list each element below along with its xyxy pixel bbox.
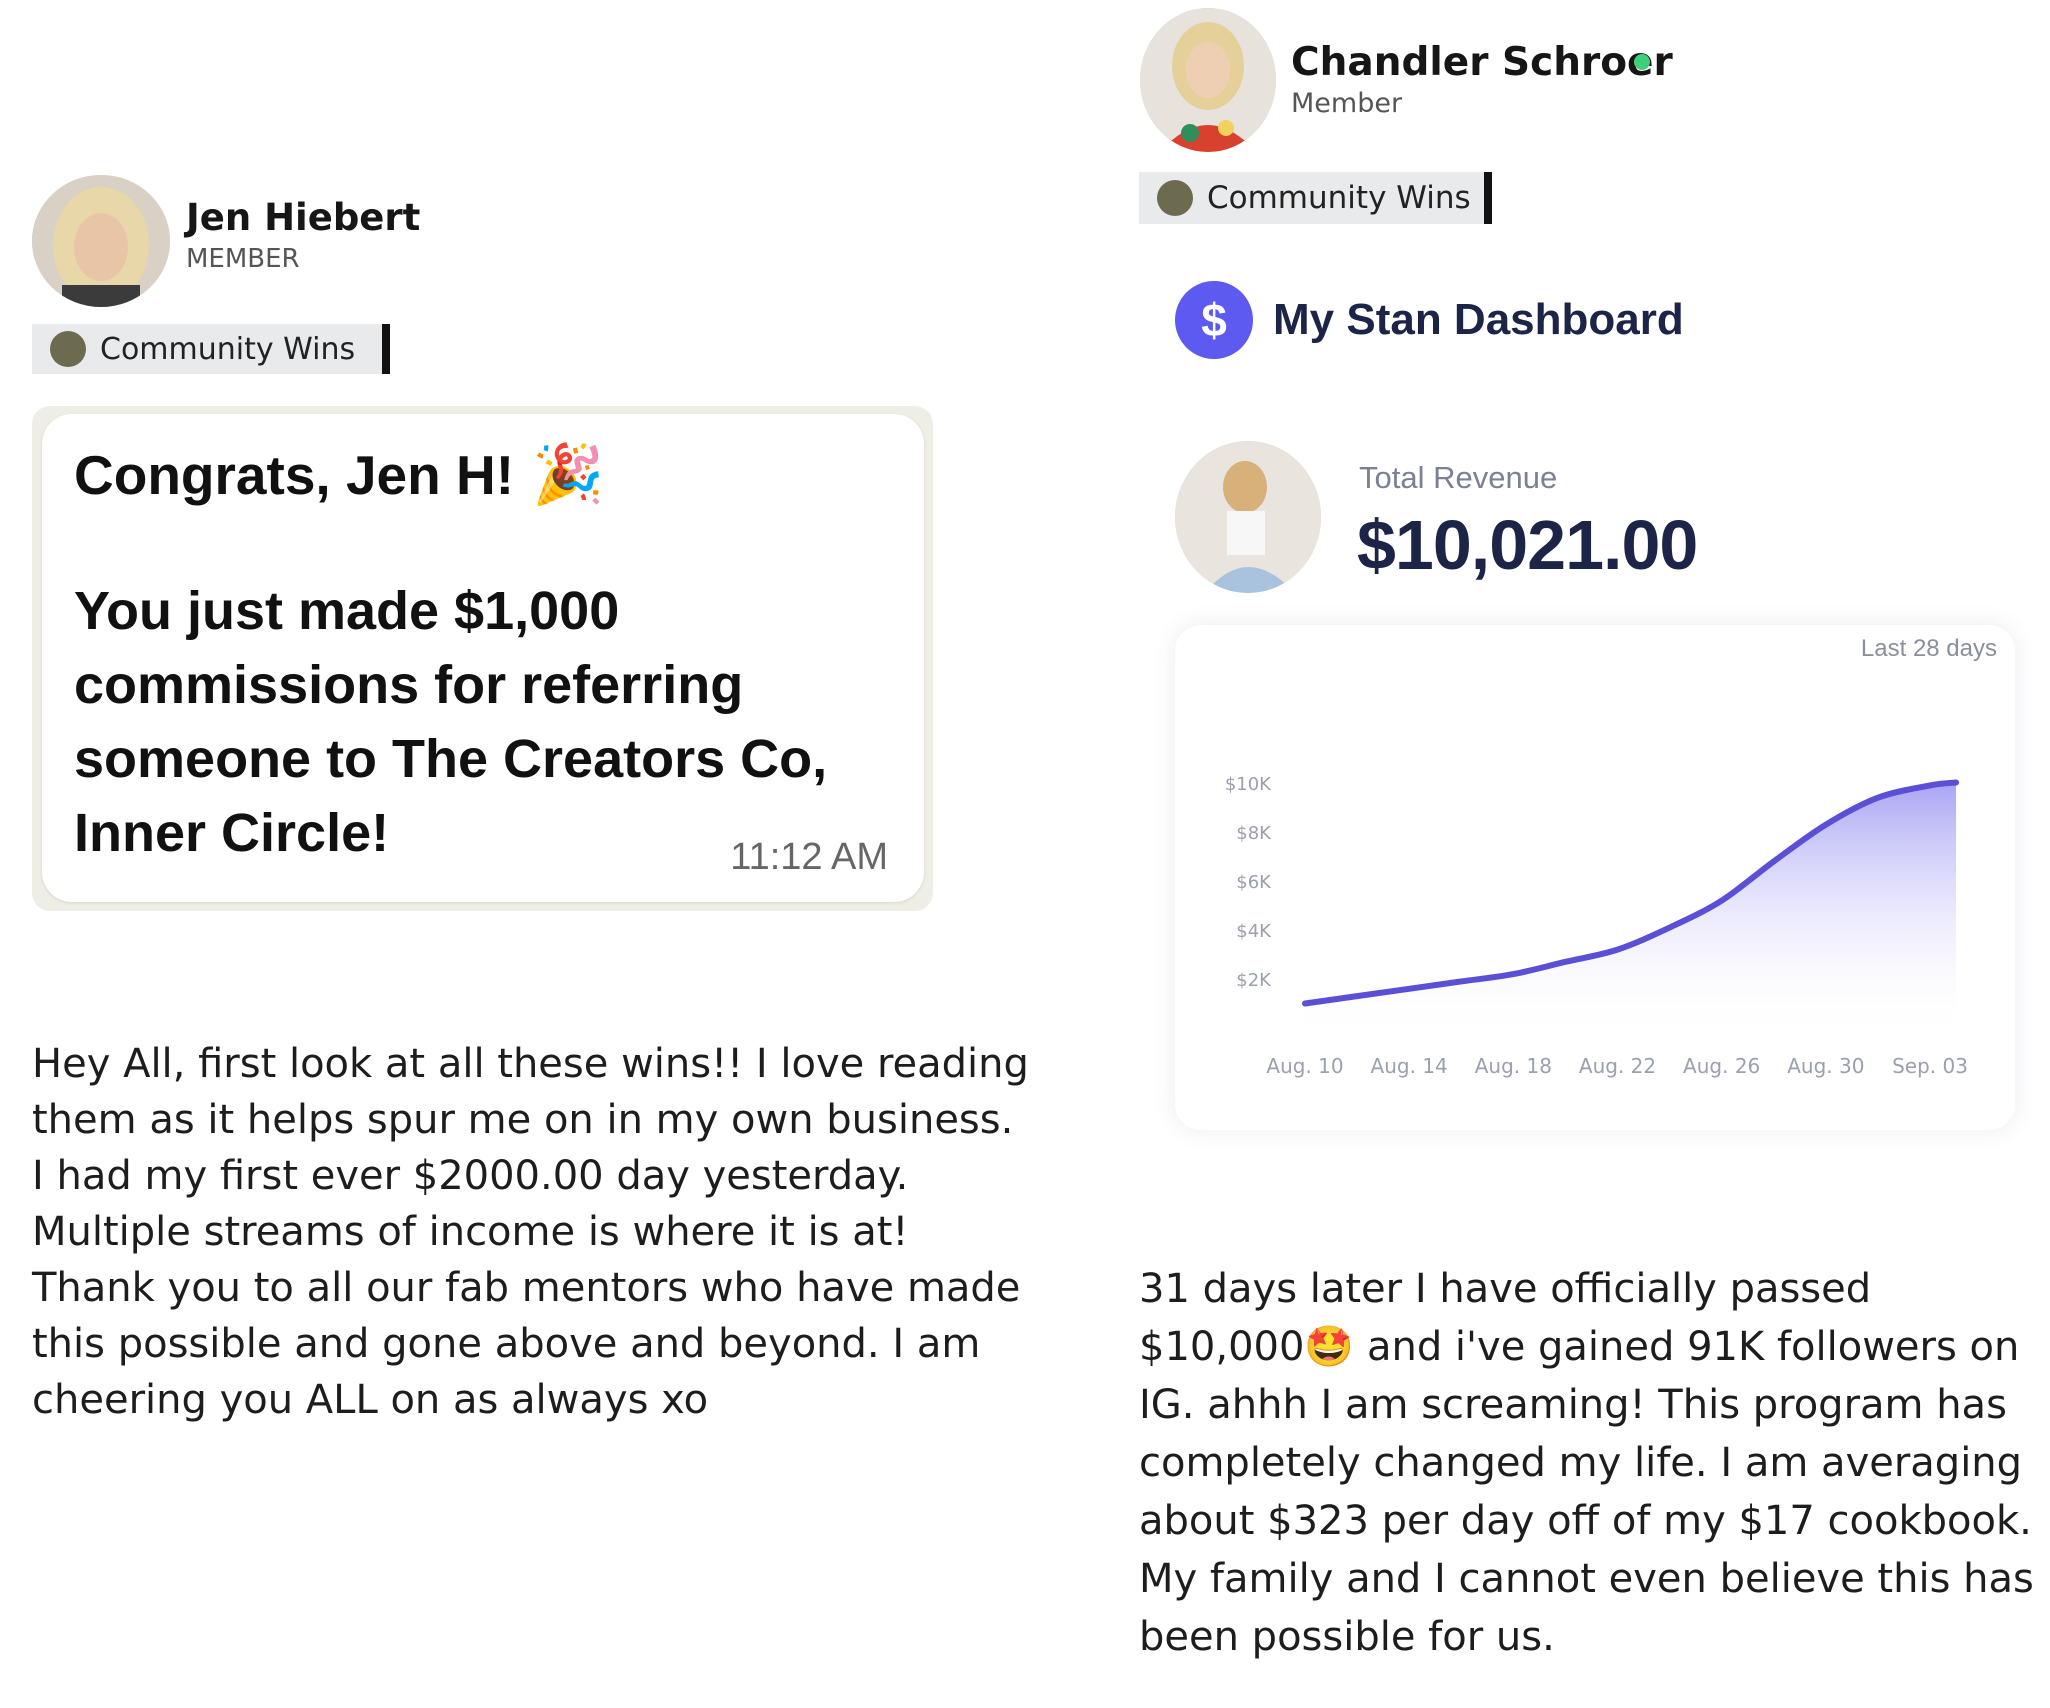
author-role: Member — [1291, 88, 1403, 119]
revenue-chart-card: Last 28 days $10K $8K $6K $4K $2K Aug. 10 Aug… — [1175, 625, 2015, 1130]
avatar[interactable] — [32, 175, 170, 307]
notification-body: You just made $1,000 commissions for ref… — [74, 581, 828, 863]
avatar[interactable] — [1140, 8, 1276, 152]
notification-title: Congrats, Jen H! — [74, 443, 515, 506]
party-popper-icon: 🎉 — [532, 440, 605, 508]
revenue-chart: $10K $8K $6K $4K $2K Aug. 10 Aug. 14 Aug. 18 Au… — [1225, 774, 1968, 1078]
post-text-part: and i've gained 91K followers on IG. ahh… — [1139, 1324, 2034, 1660]
x-tick-label: Aug. 10 — [1266, 1054, 1343, 1078]
revenue-area — [1305, 782, 1957, 1038]
category-label: Community Wins — [100, 331, 356, 367]
online-status-dot — [1634, 54, 1650, 70]
notification-frame: Congrats, Jen H! 🎉 You just made $1,000 … — [32, 406, 933, 911]
category-dot-icon — [50, 331, 86, 367]
notification-card: Congrats, Jen H! 🎉 You just made $1,000 … — [42, 414, 924, 902]
category-bar — [382, 324, 390, 374]
x-tick-label: Aug. 14 — [1371, 1054, 1448, 1078]
author-role: MEMBER — [186, 244, 300, 274]
category-label: Community Wins — [1207, 180, 1471, 216]
x-tick-label: Aug. 30 — [1787, 1054, 1864, 1078]
category-tag[interactable]: Community Wins — [1139, 172, 1492, 224]
category-dot-icon — [1157, 180, 1193, 216]
x-tick-label: Aug. 22 — [1579, 1054, 1656, 1078]
y-tick-label: $8K — [1236, 823, 1272, 844]
star-struck-icon: 🤩 — [1304, 1324, 1355, 1370]
y-tick-label: $10K — [1225, 774, 1272, 795]
x-tick-label: Aug. 26 — [1683, 1054, 1760, 1078]
category-bar — [1484, 172, 1492, 224]
post-text: Hey All, first look at all these wins!! … — [32, 1041, 1029, 1423]
author-name[interactable]: Chandler Schroer — [1291, 40, 1673, 85]
dashboard-title: My Stan Dashboard — [1273, 295, 1684, 344]
y-tick-label: $6K — [1236, 872, 1272, 893]
post-text: 31 days later I have officially passed $… — [1139, 1260, 2034, 1666]
avatar-photo — [32, 175, 170, 307]
revenue-value: $10,021.00 — [1357, 506, 1698, 584]
y-tick-label: $4K — [1236, 921, 1272, 942]
creator-photo — [1175, 441, 1321, 593]
author-name[interactable]: Jen Hiebert — [186, 196, 420, 239]
category-tag[interactable]: Community Wins — [32, 324, 390, 374]
y-tick-label: $2K — [1236, 970, 1272, 991]
notification-time: 11:12 AM — [730, 836, 888, 878]
dollar-icon: $ — [1175, 281, 1253, 359]
creator-avatar — [1175, 441, 1321, 593]
x-tick-label: Sep. 03 — [1892, 1054, 1968, 1078]
revenue-label: Total Revenue — [1359, 460, 1558, 495]
avatar-photo — [1140, 8, 1276, 152]
x-tick-label: Aug. 18 — [1475, 1054, 1552, 1078]
